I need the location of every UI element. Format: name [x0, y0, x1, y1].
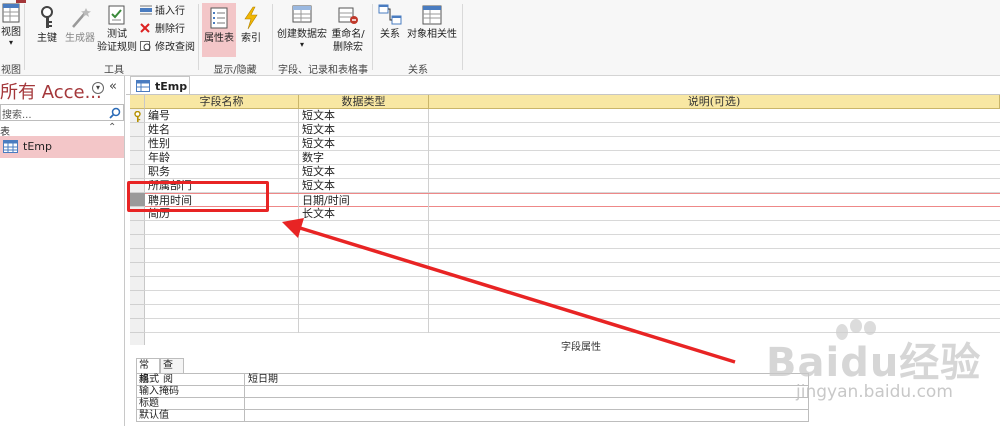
arrow-head [282, 218, 304, 238]
watermark-url: jingyan.baidu.com [796, 382, 953, 402]
arrow-shaft [299, 226, 736, 364]
watermark-brand: Baidu经验 [766, 340, 982, 386]
highlight-box [127, 181, 269, 212]
watermark: Baidu经验 jingyan.baidu.com [760, 318, 1000, 426]
